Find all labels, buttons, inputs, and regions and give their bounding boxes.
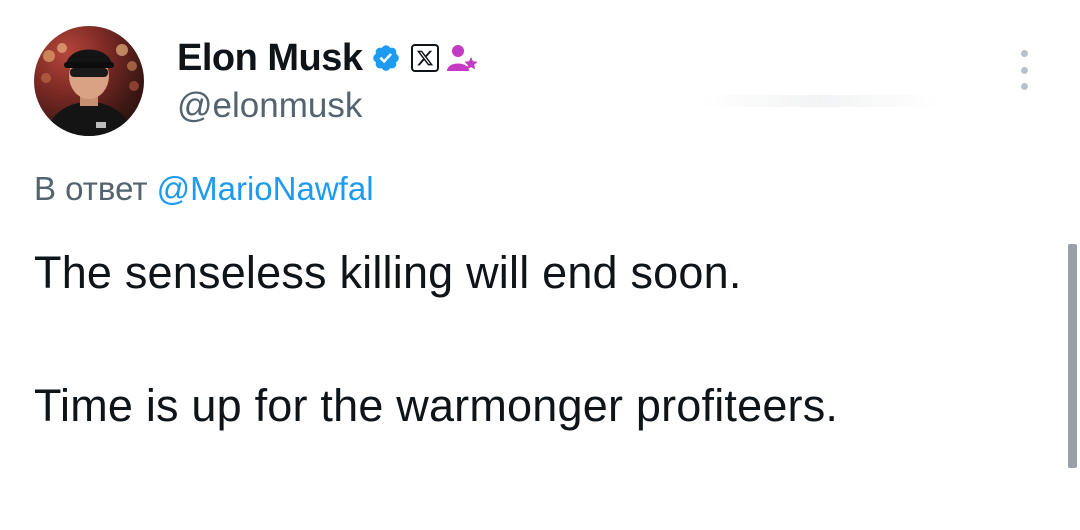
reply-to-handle-link[interactable]: @MarioNawfal: [157, 170, 374, 207]
person-star-icon[interactable]: [446, 43, 479, 73]
avatar[interactable]: [34, 26, 144, 136]
reply-prefix: В ответ: [34, 170, 148, 207]
tweet-text-line: Time is up for the warmonger profiteers.: [34, 380, 839, 431]
tweet-card: Elon Musk @elonmusk В ответ @MarioNawfal…: [0, 0, 1080, 530]
scrollbar[interactable]: [1068, 244, 1077, 468]
author-display-name[interactable]: Elon Musk: [177, 37, 363, 80]
more-options-dot: [1020, 66, 1028, 74]
reply-context: В ответ @MarioNawfal: [34, 170, 374, 208]
more-options-icon[interactable]: [1011, 50, 1037, 90]
tweet-text-line: The senseless killing will end soon.: [34, 247, 742, 298]
more-options-dot: [1020, 83, 1028, 90]
verified-badge-icon[interactable]: [371, 43, 401, 73]
author-header: Elon Musk @elonmusk: [177, 36, 479, 126]
x-logo-icon[interactable]: [410, 44, 439, 72]
name-row: Elon Musk: [177, 36, 479, 80]
avatar-image: [41, 43, 139, 136]
background-artifact: [700, 95, 940, 107]
more-options-dot: [1020, 50, 1028, 57]
author-handle[interactable]: @elonmusk: [177, 86, 479, 126]
